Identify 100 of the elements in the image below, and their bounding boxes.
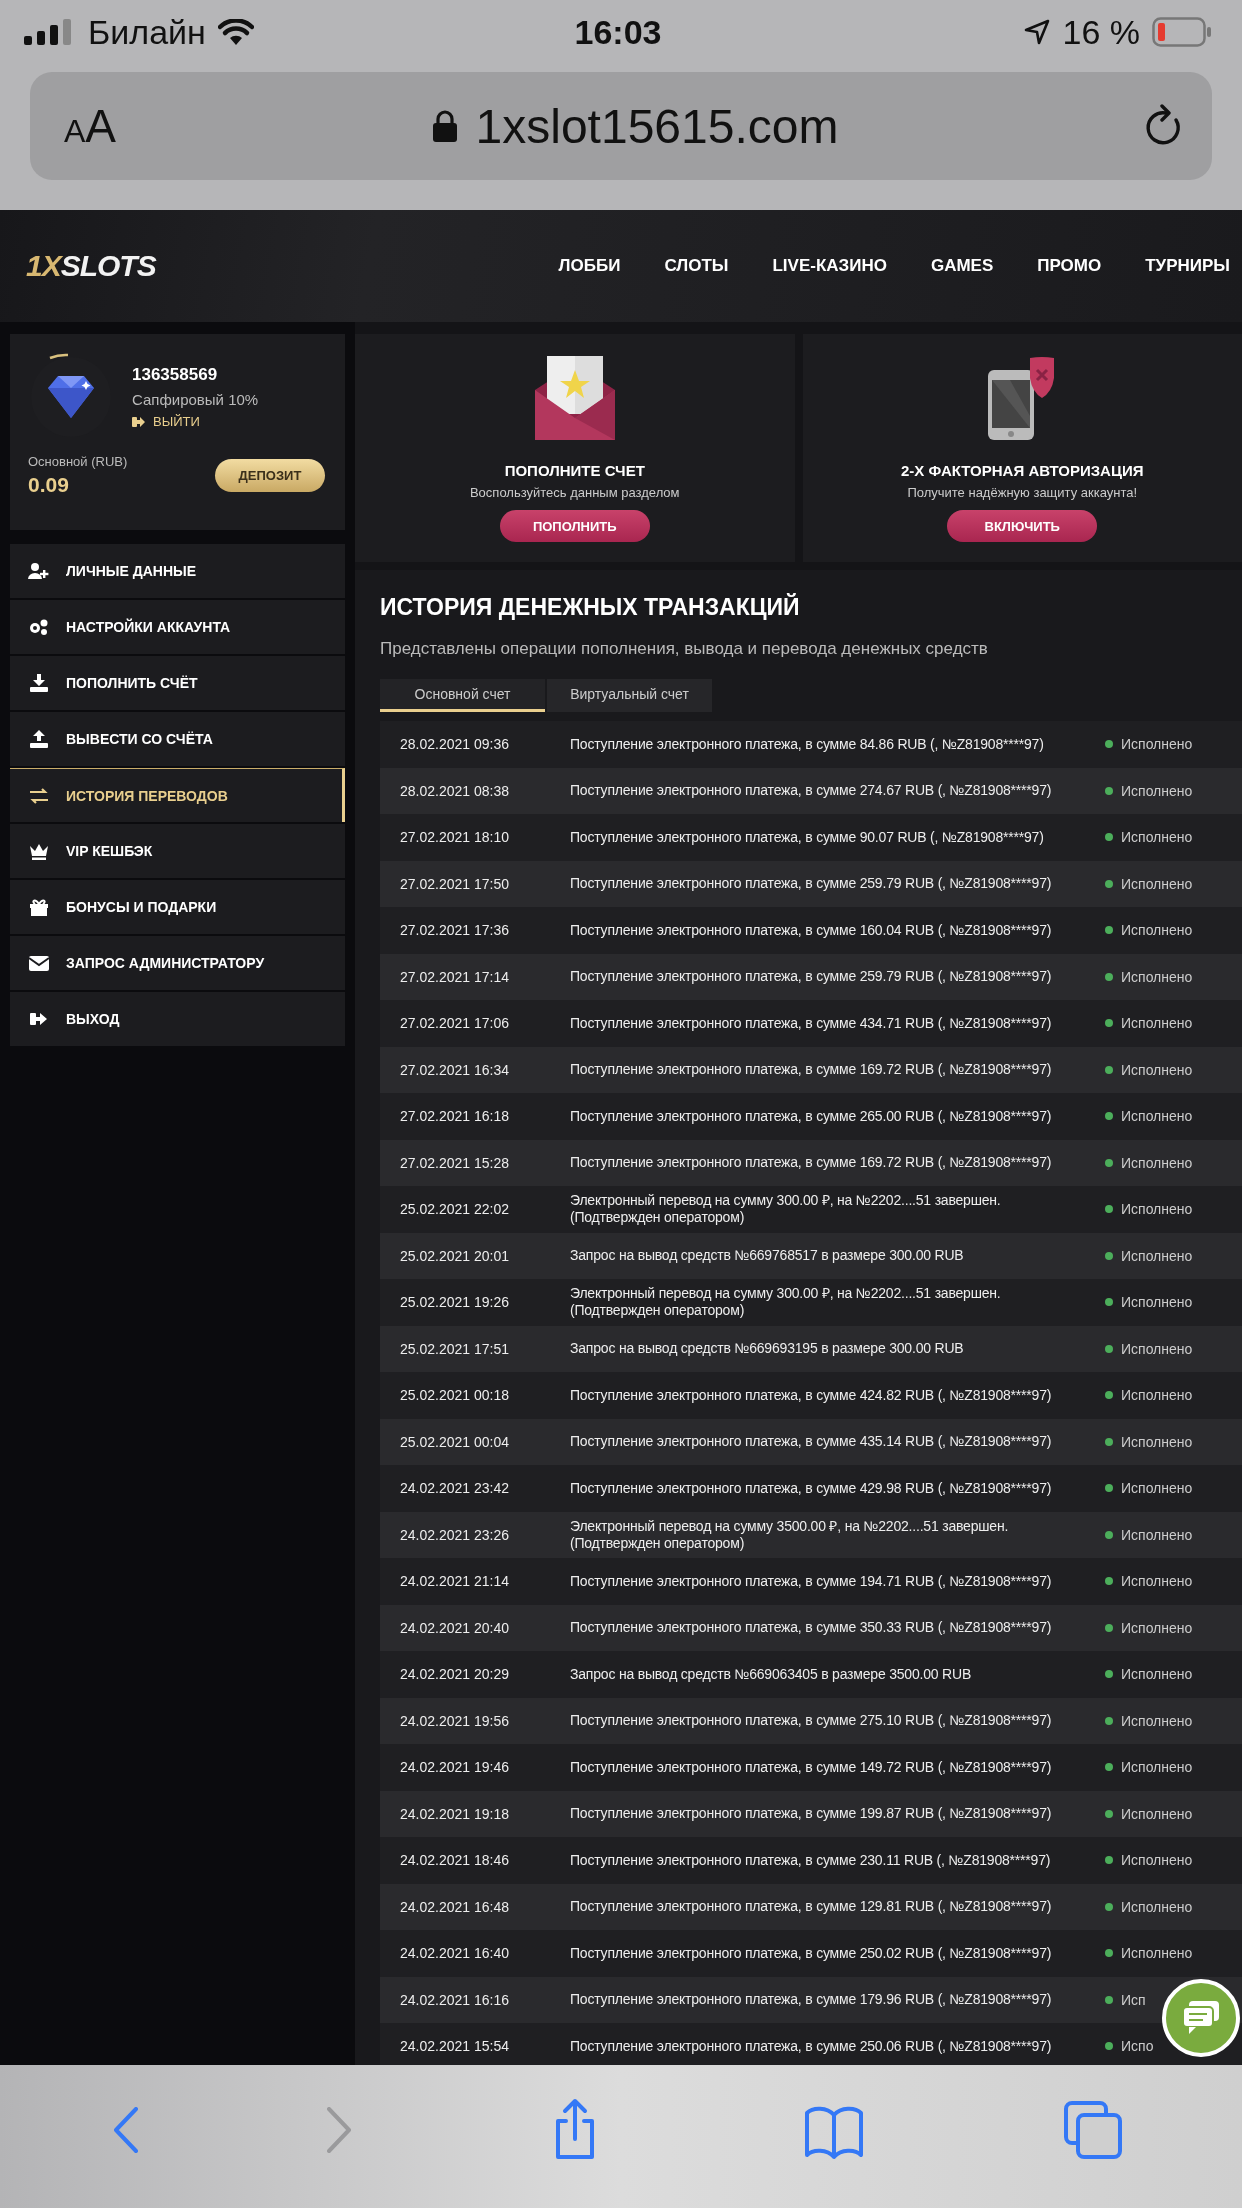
nav-link[interactable]: СЛОТЫ — [664, 256, 729, 276]
status-dot-icon — [1105, 972, 1113, 981]
url-text: 1xslot15615.com — [475, 98, 839, 154]
nav-link[interactable]: GAMES — [930, 256, 994, 276]
deposit-button[interactable]: ДЕПОЗИТ — [215, 459, 325, 492]
status-cell: Исполнено — [1121, 1247, 1193, 1264]
date-cell-text: 24.02.2021 20:29 — [399, 1666, 510, 1683]
sidebar-item[interactable]: ЛИЧНЫЕ ДАННЫЕ — [10, 544, 345, 598]
chat-icon — [1181, 2001, 1221, 2035]
description-cell-text: Поступление электронного платежа, в сумме 435.14 RUB (, №Z81908****97) — [570, 1433, 1053, 1451]
description-cell-text: Электронный перевод на сумму 3500.00 ₽, на №2202....51 завершен. (Подтвержден оператором) — [570, 1517, 1010, 1552]
description-cell-text: Поступление электронного платежа, в сумме 84.86 RUB (, №Z81908****97) — [570, 735, 1045, 753]
sidebar-item[interactable]: ВЫХОД — [10, 992, 345, 1046]
description-cell-text: Поступление электронного платежа, в сумме 194.71 RUB (, №Z81908****97) — [570, 1572, 1053, 1590]
lock-icon — [431, 110, 458, 142]
description-cell-text: Поступление электронного платежа, в сумме 350.33 RUB (, №Z81908****97) — [570, 1619, 1053, 1637]
user-add-icon — [28, 562, 50, 580]
sidebar-item[interactable]: НАСТРОЙКИ АККАУНТА — [10, 600, 345, 654]
envelope-star-icon — [532, 356, 617, 440]
description-cell-text: Электронный перевод на сумму 300.00 ₽, на №2202....51 завершен. (Подтвержден оператором) — [570, 1192, 1002, 1227]
date-cell-text: 27.02.2021 17:14 — [399, 968, 510, 985]
nav-link[interactable]: ТУРНИРЫ — [1145, 256, 1230, 276]
date-cell-text: 24.02.2021 21:14 — [399, 1573, 510, 1590]
description-cell-text: Поступление электронного платежа, в сумме 199.87 RUB (, №Z81908****97) — [570, 1805, 1053, 1823]
status-dot-icon — [1105, 1902, 1113, 1911]
site-logo[interactable]: 1XSLOTS — [26, 249, 156, 283]
date-cell-text: 24.02.2021 18:46 — [399, 1852, 510, 1869]
sidebar-item[interactable]: VIP КЕШБЭК — [10, 824, 345, 878]
date-cell-text: 24.02.2021 15:54 — [399, 2038, 510, 2055]
status-cell: Исполнено — [1121, 1387, 1193, 1404]
status-dot-icon — [1105, 1437, 1113, 1446]
status-dot-icon — [1105, 1763, 1113, 1772]
status-dot-icon — [1105, 1344, 1113, 1353]
date-cell-text: 24.02.2021 16:16 — [399, 1991, 510, 2008]
sidebar-item[interactable]: БОНУСЫ И ПОДАРКИ — [10, 880, 345, 934]
status-cell: Исполнено — [1121, 736, 1193, 753]
date-cell-text: 24.02.2021 19:18 — [399, 1805, 510, 1822]
description-cell-text: Поступление электронного платежа, в сумме 230.11 RUB (, №Z81908****97) — [570, 1851, 1052, 1869]
date-cell-text: 25.02.2021 19:26 — [399, 1294, 510, 1311]
description-cell-text: Поступление электронного платежа, в сумме 259.79 RUB (, №Z81908****97) — [570, 875, 1053, 893]
status-cell: Исполнено — [1121, 1480, 1193, 1497]
exit-icon — [132, 415, 145, 428]
account-tab[interactable]: Виртуальный счет — [547, 679, 712, 712]
address-bar[interactable]: AA 1xslot15615.com — [30, 72, 1212, 180]
nav-link[interactable]: ПРОМО — [1037, 256, 1102, 276]
status-dot-icon — [1105, 1112, 1113, 1121]
description-cell-text: Поступление электронного платежа, в сумме 250.02 RUB (, №Z81908****97) — [570, 1944, 1053, 1962]
date-cell-text: 27.02.2021 16:34 — [399, 1061, 510, 1078]
status-cell: Исполнено — [1121, 922, 1193, 939]
description-cell-text: Поступление электронного платежа, в сумме 179.96 RUB (, №Z81908****97) — [570, 1991, 1053, 2009]
status-cell: Исполнено — [1121, 782, 1193, 799]
status-cell: Исполнено — [1121, 1759, 1193, 1776]
sidebar-item[interactable]: ПОПОЛНИТЬ СЧЁТ — [10, 656, 345, 710]
status-dot-icon — [1105, 1484, 1113, 1493]
card-action-button[interactable]: ВКЛЮЧИТЬ — [947, 510, 1098, 542]
status-cell: Исполнено — [1121, 1015, 1193, 1032]
description-cell-text: Электронный перевод на сумму 300.00 ₽, на №2202....51 завершен. (Подтвержден оператором) — [570, 1285, 1002, 1320]
date-cell-text: 27.02.2021 17:36 — [399, 922, 510, 939]
account-tab[interactable]: Основной счет — [380, 679, 545, 712]
date-cell-text: 25.02.2021 00:04 — [399, 1433, 510, 1450]
balance-value: 0.09 — [28, 473, 70, 497]
status-dot-icon — [1105, 1949, 1113, 1958]
date-cell-text: 24.02.2021 16:40 — [399, 1945, 510, 1962]
status-cell: Исполнено — [1121, 1805, 1193, 1822]
status-cell: Исполнено — [1121, 1666, 1193, 1683]
status-dot-icon — [1105, 1391, 1113, 1400]
nav-link[interactable]: LIVE-КАЗИНО — [772, 256, 887, 276]
location-arrow-icon — [1022, 18, 1051, 46]
sidebar-item[interactable]: ВЫВЕСТИ СО СЧЁТА — [10, 712, 345, 766]
description-cell-text: Поступление электронного платежа, в сумме 149.72 RUB (, №Z81908****97) — [570, 1758, 1053, 1776]
status-dot-icon — [1105, 926, 1113, 935]
status-dot-icon — [1105, 2042, 1113, 2051]
download-icon — [28, 674, 50, 692]
description-cell-text: Поступление электронного платежа, в сумме 429.98 RUB (, №Z81908****97) — [570, 1479, 1053, 1497]
date-cell-text: 25.02.2021 17:51 — [399, 1340, 510, 1357]
card-text: Получите надёжную защиту аккаунта! — [907, 485, 1138, 500]
status-cell: Исполнено — [1121, 1526, 1193, 1543]
balance-label: Основной (RUB) — [28, 454, 128, 469]
sidebar-item[interactable]: ЗАПРОС АДМИНИСТРАТОРУ — [10, 936, 345, 990]
sidebar-item[interactable]: ИСТОРИЯ ПЕРЕВОДОВ — [10, 768, 345, 822]
status-dot-icon — [1105, 833, 1113, 842]
status-dot-icon — [1105, 879, 1113, 888]
status-dot-icon — [1105, 1670, 1113, 1679]
logout-link[interactable]: ВЫЙТИ — [132, 414, 259, 429]
nav-link[interactable]: ЛОББИ — [558, 256, 621, 276]
date-cell-text: 28.02.2021 08:38 — [399, 782, 510, 799]
status-cell: Испо — [1121, 2038, 1154, 2055]
section-subtitle: Представлены операции пополнения, вывода и перевода денежных средств — [380, 639, 989, 659]
status-cell: Исполнено — [1121, 1201, 1193, 1218]
card-action-button[interactable]: ПОПОЛНИТЬ — [499, 510, 650, 542]
status-dot-icon — [1105, 1623, 1113, 1632]
crown-icon — [28, 842, 50, 860]
status-dot-icon — [1105, 1065, 1113, 1074]
back-button[interactable] — [114, 2107, 139, 2156]
status-cell: Исполнено — [1121, 968, 1193, 985]
reader-button[interactable]: AA — [56, 99, 125, 153]
status-cell: Исп — [1121, 1991, 1146, 2008]
description-cell-text: Поступление электронного платежа, в сумме 160.04 RUB (, №Z81908****97) — [570, 921, 1053, 939]
status-cell: Исполнено — [1121, 1433, 1193, 1450]
carrier-name: Билайн — [88, 12, 206, 52]
